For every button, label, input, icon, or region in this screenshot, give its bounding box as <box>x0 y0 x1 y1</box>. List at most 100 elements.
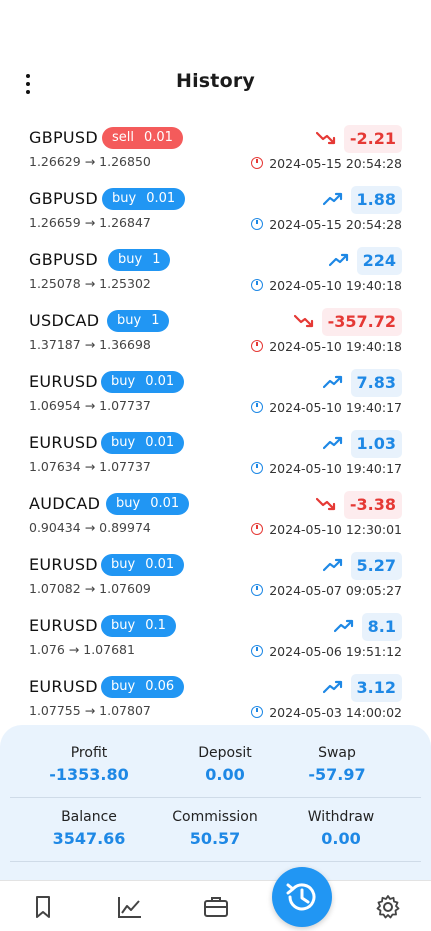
trade-row[interactable]: EURUSD buy 0.01 1.07082 → 1.07609 5.27 2024-0… <box>0 549 431 610</box>
trade-symbol: USDCAD <box>29 311 100 330</box>
briefcase-icon[interactable] <box>202 893 230 921</box>
clock-icon <box>251 645 264 657</box>
trade-close-price: 1.07681 <box>83 642 135 657</box>
trade-open-price: 1.076 <box>29 642 65 657</box>
trade-volume: 0.01 <box>145 435 175 450</box>
trade-time: 2024-05-10 12:30:01 <box>269 522 402 537</box>
trade-time: 2024-05-06 19:51:12 <box>269 644 402 659</box>
trade-volume: 0.01 <box>144 130 173 145</box>
trade-profit: 1.88 <box>350 186 402 214</box>
trade-profit: -3.38 <box>343 491 402 519</box>
trade-profit: 8.1 <box>361 613 402 641</box>
trade-volume: 0.06 <box>145 679 175 694</box>
trade-close-price: 1.07737 <box>99 459 151 474</box>
trade-timestamp: 2024-05-10 12:30:01 <box>251 522 402 537</box>
trade-timestamp: 2024-05-10 19:40:17 <box>251 461 402 476</box>
trade-close-price: 1.07609 <box>99 581 151 596</box>
trade-timestamp: 2024-05-10 19:40:17 <box>251 400 402 415</box>
trade-profit: 1.03 <box>350 430 402 458</box>
trending-up-icon <box>323 680 343 694</box>
trade-profit: 3.12 <box>350 674 402 702</box>
trending-up-icon <box>334 619 354 633</box>
arrow-right-icon: → <box>84 276 96 291</box>
trade-side-badge: buy 0.01 <box>101 432 185 454</box>
trending-up-icon <box>323 192 343 206</box>
trade-row[interactable]: EURUSD buy 0.01 1.06954 → 1.07737 7.83 2024-0… <box>0 366 431 427</box>
trade-side-badge: buy 0.01 <box>101 371 185 393</box>
trade-timestamp: 2024-05-07 09:05:27 <box>251 583 402 598</box>
trade-open-price: 1.07634 <box>29 459 81 474</box>
trade-symbol: GBPUSD <box>29 128 99 147</box>
clock-icon <box>251 706 264 718</box>
summary-profit-value: -1353.80 <box>49 765 129 784</box>
trade-row[interactable]: AUDCAD buy 0.01 0.90434 → 0.89974 -3.38 2024-… <box>0 488 431 549</box>
trade-row[interactable]: GBPUSD buy 1 1.25078 → 1.25302 224 2024-05-10… <box>0 244 431 305</box>
trending-down-icon <box>316 131 336 145</box>
summary-commission-label: Commission <box>172 809 258 825</box>
clock-icon <box>251 523 264 535</box>
trade-time: 2024-05-10 19:40:17 <box>269 461 402 476</box>
trade-prices: 0.90434 → 0.89974 <box>29 520 151 535</box>
trade-row[interactable]: EURUSD buy 0.06 1.07755 → 1.07807 3.12 2024-0… <box>0 671 431 732</box>
trade-timestamp: 2024-05-03 14:00:02 <box>251 705 402 720</box>
trade-side-badge: buy 0.1 <box>101 615 176 637</box>
trade-prices: 1.26629 → 1.26850 <box>29 154 151 169</box>
trade-symbol: GBPUSD <box>29 189 99 208</box>
summary-balance: Balance 3547.66 <box>19 809 159 848</box>
clock-icon <box>251 157 264 169</box>
trade-timestamp: 2024-05-10 19:40:18 <box>251 339 402 354</box>
trade-side-badge: buy 0.06 <box>101 676 185 698</box>
trade-row[interactable]: EURUSD buy 0.01 1.07634 → 1.07737 1.03 2024-0… <box>0 427 431 488</box>
trade-timestamp: 2024-05-10 19:40:18 <box>251 278 402 293</box>
trade-side-badge: buy 0.01 <box>102 188 186 210</box>
summary-swap-value: -57.97 <box>308 765 366 784</box>
trade-close-price: 0.89974 <box>99 520 151 535</box>
trade-time: 2024-05-07 09:05:27 <box>269 583 402 598</box>
trade-side: buy <box>116 496 141 511</box>
trade-row[interactable]: EURUSD buy 0.1 1.076 → 1.07681 8.1 2024-05-06… <box>0 610 431 671</box>
trade-side: sell <box>112 130 134 145</box>
trending-up-icon <box>323 375 343 389</box>
trade-row[interactable]: GBPUSD sell 0.01 1.26629 → 1.26850 -2.21 2024… <box>0 122 431 183</box>
arrow-right-icon: → <box>84 337 96 352</box>
trade-side: buy <box>111 374 136 389</box>
trade-open-price: 1.26659 <box>29 215 81 230</box>
trade-close-price: 1.07737 <box>99 398 151 413</box>
trade-prices: 1.076 → 1.07681 <box>29 642 135 657</box>
trade-timestamp: 2024-05-15 20:54:28 <box>251 217 402 232</box>
trade-row[interactable]: GBPUSD buy 0.01 1.26659 → 1.26847 1.88 2024-0… <box>0 183 431 244</box>
trade-prices: 1.07634 → 1.07737 <box>29 459 151 474</box>
trade-prices: 1.07082 → 1.07609 <box>29 581 151 596</box>
trade-symbol: GBPUSD <box>29 250 99 269</box>
trade-side-badge: buy 0.01 <box>106 493 190 515</box>
summary-balance-value: 3547.66 <box>52 829 126 848</box>
clock-icon <box>251 218 264 230</box>
summary-divider <box>10 797 421 798</box>
trade-prices: 1.07755 → 1.07807 <box>29 703 151 718</box>
arrow-right-icon: → <box>84 459 96 474</box>
trade-open-price: 1.07755 <box>29 703 81 718</box>
summary-swap-label: Swap <box>318 745 356 761</box>
trade-volume: 0.01 <box>145 374 175 389</box>
settings-icon[interactable] <box>374 893 402 921</box>
trade-open-price: 0.90434 <box>29 520 81 535</box>
history-icon[interactable] <box>272 867 332 927</box>
trade-open-price: 1.37187 <box>29 337 81 352</box>
clock-icon <box>251 401 264 413</box>
arrow-right-icon: → <box>84 520 96 535</box>
trade-close-price: 1.26847 <box>99 215 151 230</box>
trade-profit: 7.83 <box>350 369 402 397</box>
trade-timestamp: 2024-05-06 19:51:12 <box>251 644 402 659</box>
trade-prices: 1.37187 → 1.36698 <box>29 337 151 352</box>
trade-symbol: EURUSD <box>29 677 98 696</box>
chart-line-icon[interactable] <box>116 893 144 921</box>
trade-row[interactable]: USDCAD buy 1 1.37187 → 1.36698 -357.72 2024-0… <box>0 305 431 366</box>
trending-down-icon <box>294 314 314 328</box>
trade-timestamp: 2024-05-15 20:54:28 <box>251 156 402 171</box>
arrow-right-icon: → <box>84 703 96 718</box>
bookmark-icon[interactable] <box>29 893 57 921</box>
trade-profit: -2.21 <box>343 125 402 153</box>
trade-time: 2024-05-10 19:40:18 <box>269 278 402 293</box>
trade-volume: 0.01 <box>150 496 180 511</box>
trade-side: buy <box>117 313 142 328</box>
